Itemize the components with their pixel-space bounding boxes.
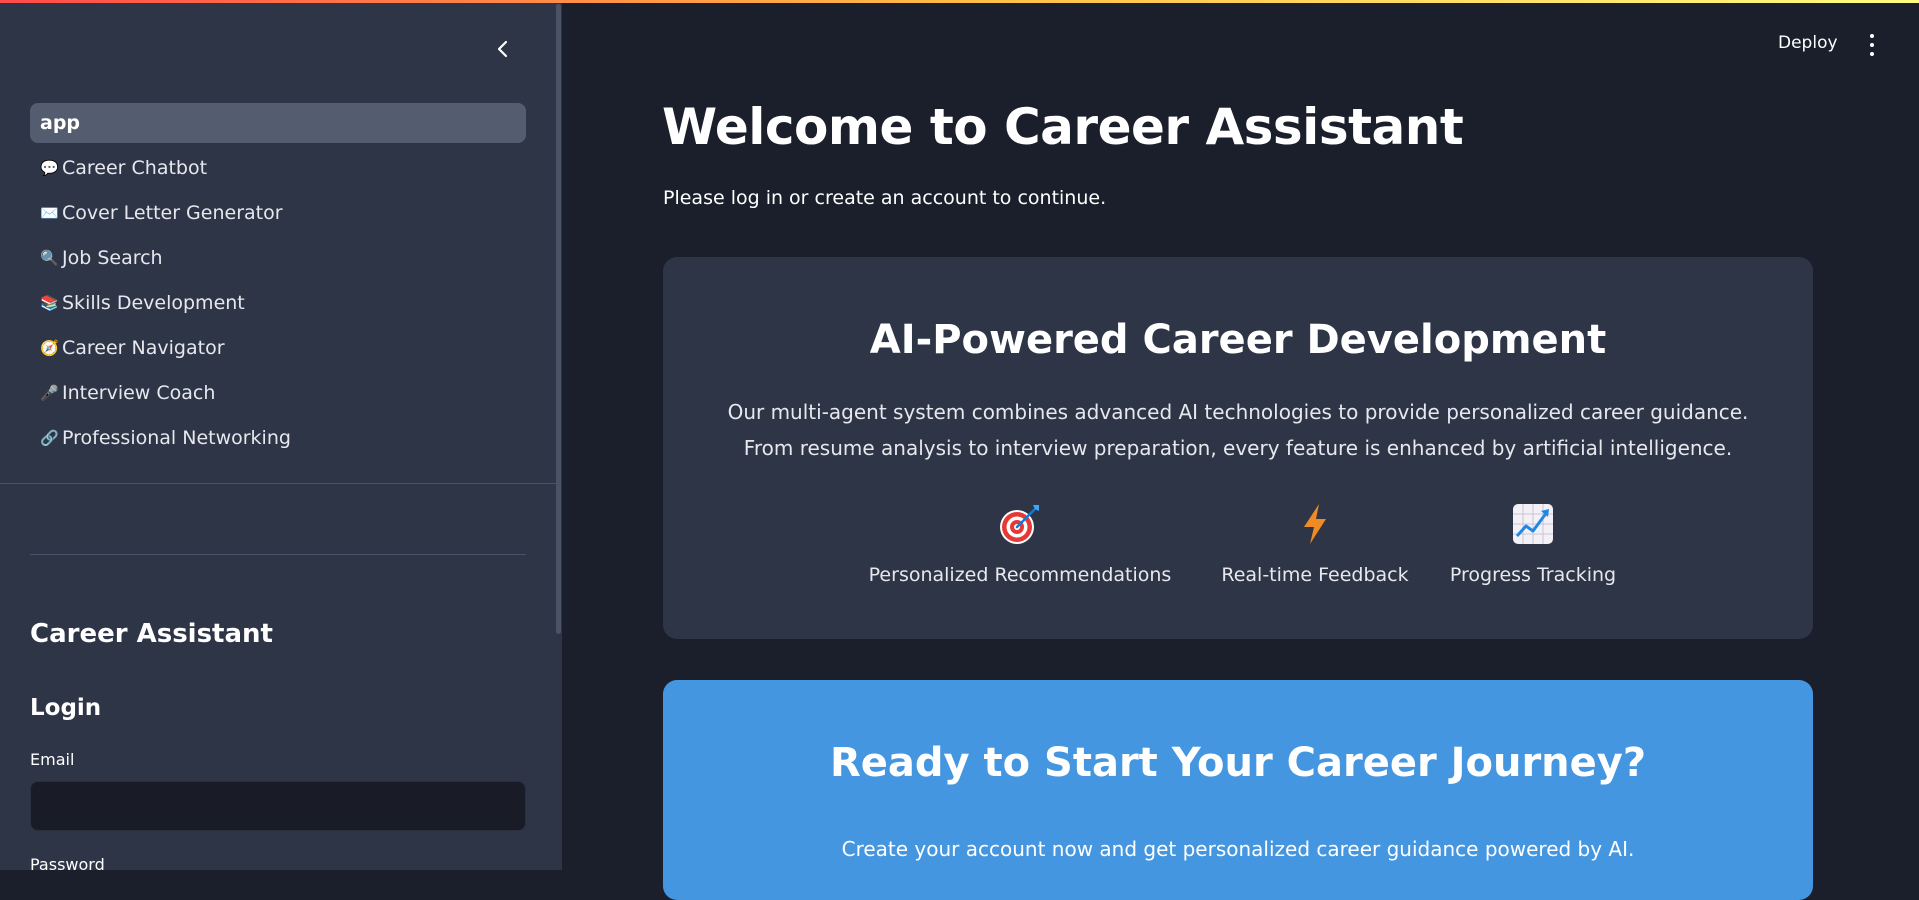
sidebar-item-label: app xyxy=(40,112,81,134)
top-decoration-bar xyxy=(0,0,1919,3)
sidebar-item-label: Cover Letter Generator xyxy=(62,202,283,224)
lightning-icon xyxy=(1205,500,1425,548)
sidebar-item-skills-development[interactable]: 📚 Skills Development xyxy=(30,283,526,323)
cta-banner: Ready to Start Your Career Journey? Crea… xyxy=(663,680,1813,900)
feature-card: AI-Powered Career Development Our multi-… xyxy=(663,257,1813,639)
login-heading: Login xyxy=(30,695,102,721)
feature-label: Real-time Feedback xyxy=(1221,564,1409,586)
sidebar-nav-divider xyxy=(0,483,556,484)
collapse-sidebar-button[interactable] xyxy=(490,36,516,62)
sidebar-item-career-chatbot[interactable]: 💬 Career Chatbot xyxy=(30,148,526,188)
link-icon: 🔗 xyxy=(40,429,59,447)
kebab-dot-icon xyxy=(1870,43,1874,47)
sidebar-app-title: Career Assistant xyxy=(30,619,273,649)
feature-label: Progress Tracking xyxy=(1449,564,1617,586)
feature-card-description: Our multi-agent system combines advanced… xyxy=(663,394,1813,466)
sidebar-item-cover-letter-generator[interactable]: ✉️ Cover Letter Generator xyxy=(30,193,526,233)
sidebar-item-label: Interview Coach xyxy=(62,382,216,404)
description-line: From resume analysis to interview prepar… xyxy=(743,436,1733,460)
kebab-dot-icon xyxy=(1870,34,1874,38)
sidebar-item-professional-networking[interactable]: 🔗 Professional Networking xyxy=(30,418,526,458)
sidebar-item-label: Job Search xyxy=(62,247,163,269)
kebab-dot-icon xyxy=(1870,52,1874,56)
main-menu-button[interactable] xyxy=(1864,34,1880,56)
sidebar-scrollbar[interactable] xyxy=(556,4,561,634)
sidebar-item-label: Skills Development xyxy=(62,292,245,314)
sidebar-item-label: Career Chatbot xyxy=(62,157,208,179)
sidebar-divider xyxy=(30,554,526,555)
deploy-button[interactable]: Deploy xyxy=(1778,33,1838,53)
email-label: Email xyxy=(30,750,75,769)
cta-title: Ready to Start Your Career Journey? xyxy=(829,740,1647,786)
envelope-icon: ✉️ xyxy=(40,204,59,222)
sidebar-item-app[interactable]: app xyxy=(30,103,526,143)
books-icon: 📚 xyxy=(40,294,59,312)
sidebar-item-job-search[interactable]: 🔍 Job Search xyxy=(30,238,526,278)
cta-description: Create your account now and get personal… xyxy=(841,837,1635,861)
speech-bubble-icon: 💬 xyxy=(40,159,59,177)
feature-card-title: AI-Powered Career Development xyxy=(869,317,1607,363)
feature-personalized-recommendations: Personalized Recommendations xyxy=(867,500,1173,586)
feature-label: Personalized Recommendations xyxy=(868,564,1172,586)
sidebar-item-interview-coach[interactable]: 🎤 Interview Coach xyxy=(30,373,526,413)
compass-icon: 🧭 xyxy=(40,339,59,357)
page-title: Welcome to Career Assistant xyxy=(662,98,1464,156)
microphone-icon: 🎤 xyxy=(40,384,59,402)
feature-real-time-feedback: Real-time Feedback xyxy=(1205,500,1425,586)
target-icon xyxy=(867,500,1173,548)
sidebar-item-label: Professional Networking xyxy=(62,427,291,449)
feature-progress-tracking: Progress Tracking xyxy=(1433,500,1633,586)
email-field[interactable] xyxy=(30,781,526,831)
magnifier-icon: 🔍 xyxy=(40,249,59,267)
password-label: Password xyxy=(30,855,105,870)
page-subtitle: Please log in or create an account to co… xyxy=(663,187,1107,209)
chevron-left-icon xyxy=(497,40,508,58)
sidebar-item-label: Career Navigator xyxy=(62,337,225,359)
description-line: Our multi-agent system combines advanced… xyxy=(727,400,1749,424)
sidebar-nav: app 💬 Career Chatbot ✉️ Cover Letter Gen… xyxy=(30,103,526,463)
chart-increasing-icon xyxy=(1433,500,1633,548)
sidebar: app 💬 Career Chatbot ✉️ Cover Letter Gen… xyxy=(0,0,562,870)
sidebar-item-career-navigator[interactable]: 🧭 Career Navigator xyxy=(30,328,526,368)
